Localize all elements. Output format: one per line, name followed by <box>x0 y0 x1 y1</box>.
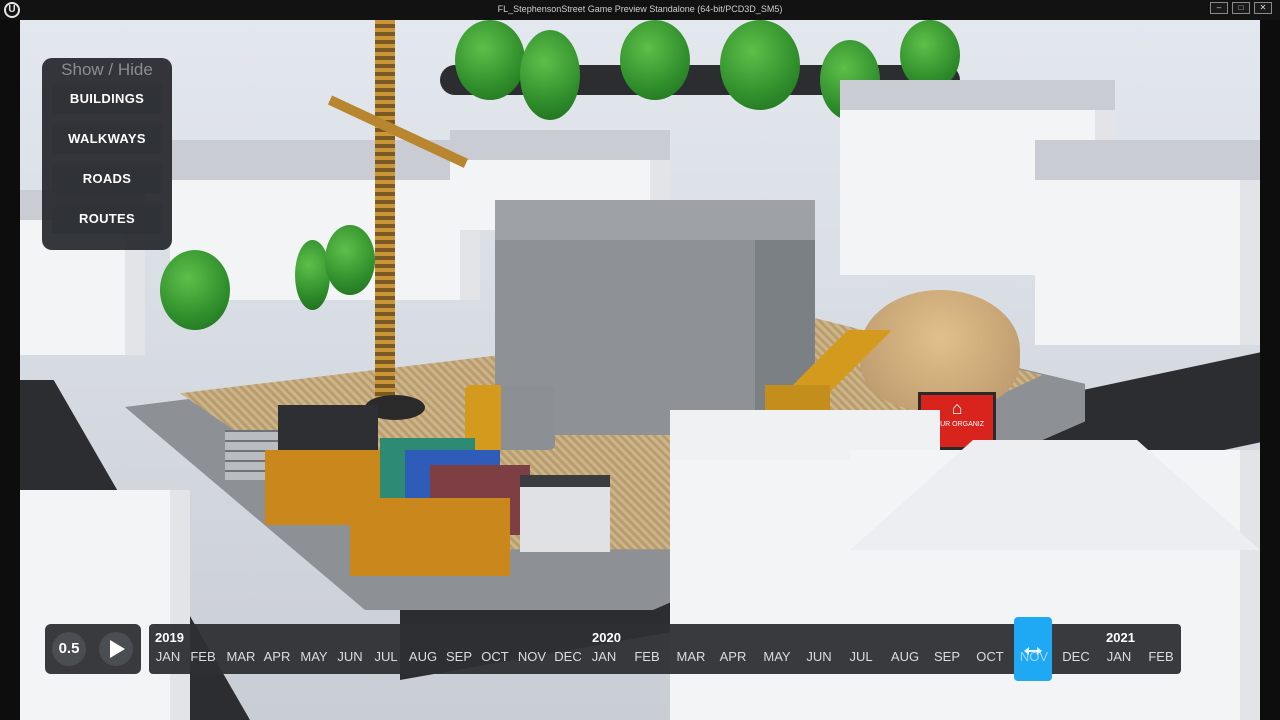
concrete-building-roof <box>495 200 815 240</box>
play-icon <box>110 640 125 658</box>
month-label[interactable]: MAR <box>227 649 256 664</box>
month-label[interactable]: JAN <box>592 649 617 664</box>
window-title: FL_StephensonStreet Game Preview Standal… <box>497 4 783 14</box>
tree <box>325 225 375 295</box>
house-foreground-left <box>20 490 190 720</box>
game-viewport[interactable]: ⌂ YOUR ORGANIZ <box>20 20 1260 720</box>
house-roof <box>450 130 670 160</box>
month-label[interactable]: SEP <box>934 649 960 664</box>
panel-title: Show / Hide <box>61 60 153 79</box>
window-frame-right <box>1260 20 1280 720</box>
window-controls: – □ ✕ <box>1210 2 1272 14</box>
month-label[interactable]: JAN <box>156 649 181 664</box>
month-label[interactable]: APR <box>264 649 291 664</box>
site-shed <box>520 475 610 552</box>
tree <box>455 20 525 100</box>
window-titlebar: U FL_StephensonStreet Game Preview Stand… <box>0 0 1280 20</box>
house-right <box>1035 170 1260 345</box>
month-label[interactable]: MAY <box>300 649 327 664</box>
house-roof <box>1035 140 1260 180</box>
walkways-button[interactable]: WALKWAYS <box>52 124 162 154</box>
month-label[interactable]: FEB <box>190 649 215 664</box>
month-label[interactable]: OCT <box>481 649 508 664</box>
close-icon[interactable]: ✕ <box>1254 2 1272 14</box>
month-label[interactable]: DEC <box>1062 649 1089 664</box>
month-label[interactable]: MAY <box>763 649 790 664</box>
month-label[interactable]: JUL <box>849 649 872 664</box>
minimize-icon[interactable]: – <box>1210 2 1228 14</box>
window-frame-left <box>0 20 20 720</box>
tree <box>160 250 230 330</box>
show-hide-panel: Show / Hide BUILDINGS WALKWAYS ROADS ROU… <box>42 58 172 250</box>
routes-button[interactable]: ROUTES <box>52 204 162 234</box>
month-label[interactable]: MAR <box>677 649 706 664</box>
roads-button[interactable]: ROADS <box>52 164 162 194</box>
tree <box>520 30 580 120</box>
house-roof <box>840 80 1115 110</box>
month-label[interactable]: JUL <box>374 649 397 664</box>
month-label[interactable]: JUN <box>806 649 831 664</box>
month-label[interactable]: APR <box>720 649 747 664</box>
resize-cursor-icon <box>1024 647 1042 655</box>
month-label[interactable]: DEC <box>554 649 581 664</box>
cement-mixer <box>465 385 555 450</box>
tree <box>620 20 690 100</box>
month-label[interactable]: AUG <box>409 649 437 664</box>
container-yellow <box>350 498 510 576</box>
playback-controls: 0.5 <box>45 624 141 674</box>
tower-crane <box>375 20 395 400</box>
month-label[interactable]: SEP <box>446 649 472 664</box>
maximize-icon[interactable]: □ <box>1232 2 1250 14</box>
speed-button[interactable]: 0.5 <box>52 632 86 666</box>
month-label[interactable]: NOV <box>518 649 546 664</box>
month-label[interactable]: FEB <box>634 649 659 664</box>
month-label[interactable]: OCT <box>976 649 1003 664</box>
buildings-button[interactable]: BUILDINGS <box>52 84 162 114</box>
play-button[interactable] <box>99 632 133 666</box>
month-label[interactable]: AUG <box>891 649 919 664</box>
steel-beams <box>278 405 378 455</box>
month-label[interactable]: JUN <box>337 649 362 664</box>
month-label[interactable]: JAN <box>1107 649 1132 664</box>
tree <box>720 20 800 110</box>
month-label[interactable]: FEB <box>1148 649 1173 664</box>
